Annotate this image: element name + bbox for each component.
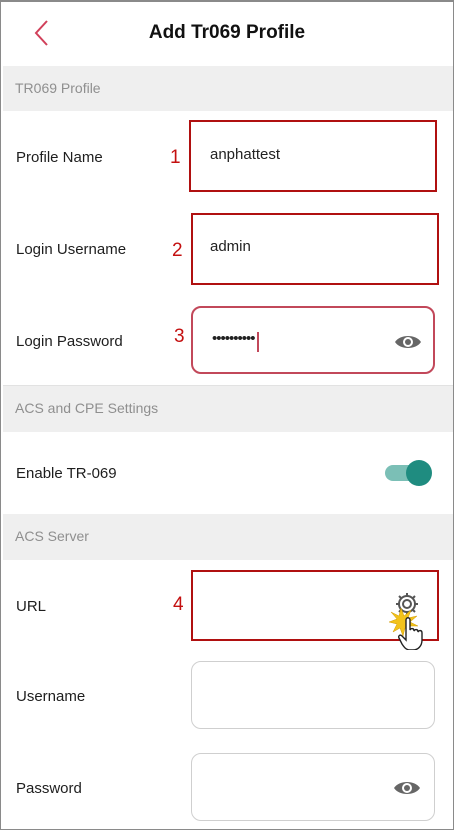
app-frame: Add Tr069 Profile TR069 Profile Profile … — [0, 0, 454, 830]
row-url: URL 4 — [3, 560, 453, 651]
annotation-number: 3 — [174, 326, 185, 347]
row-login-username: Login Username 2 admin — [3, 203, 453, 296]
eye-icon[interactable] — [392, 778, 422, 798]
eye-icon[interactable] — [393, 332, 423, 352]
section-title: ACS Server — [15, 528, 89, 544]
login-password-label: Login Password — [16, 333, 123, 350]
section-tr069-profile: TR069 Profile — [3, 66, 453, 111]
acs-username-label: Username — [16, 688, 86, 705]
enable-tr069-label: Enable TR-069 — [16, 465, 117, 482]
login-password-value: •••••••••• — [212, 330, 256, 347]
annotation-number: 4 — [173, 594, 184, 615]
page-title: Add Tr069 Profile — [148, 22, 306, 43]
section-title: TR069 Profile — [15, 80, 101, 96]
login-username-label: Login Username — [16, 241, 127, 258]
annotation-number: 1 — [170, 147, 181, 168]
acs-password-label: Password — [16, 780, 82, 797]
pointer-hand-icon — [388, 607, 423, 651]
enable-tr069-toggle[interactable] — [385, 460, 432, 486]
login-password-field[interactable]: •••••••••• — [191, 306, 435, 374]
row-enable-tr069: Enable TR-069 — [3, 432, 453, 515]
section-title: ACS and CPE Settings — [15, 400, 159, 416]
annotation-number: 2 — [172, 240, 183, 261]
annotation-box — [191, 213, 439, 285]
annotation-box — [189, 120, 437, 192]
url-label: URL — [16, 598, 47, 615]
section-acs-server: ACS Server — [3, 514, 453, 560]
row-profile-name: Profile Name 1 anphattest — [3, 111, 453, 204]
row-login-password: Login Password 3 •••••••••• — [3, 295, 453, 386]
acs-password-field[interactable] — [191, 753, 435, 821]
app-header: Add Tr069 Profile — [1, 2, 453, 66]
toggle-knob — [406, 460, 432, 486]
text-caret — [257, 332, 259, 352]
section-acs-cpe-settings: ACS and CPE Settings — [3, 386, 453, 432]
profile-name-label: Profile Name — [16, 149, 103, 166]
row-acs-username: Username — [3, 650, 453, 743]
row-acs-password: Password — [3, 742, 453, 829]
acs-username-field[interactable] — [191, 661, 435, 729]
